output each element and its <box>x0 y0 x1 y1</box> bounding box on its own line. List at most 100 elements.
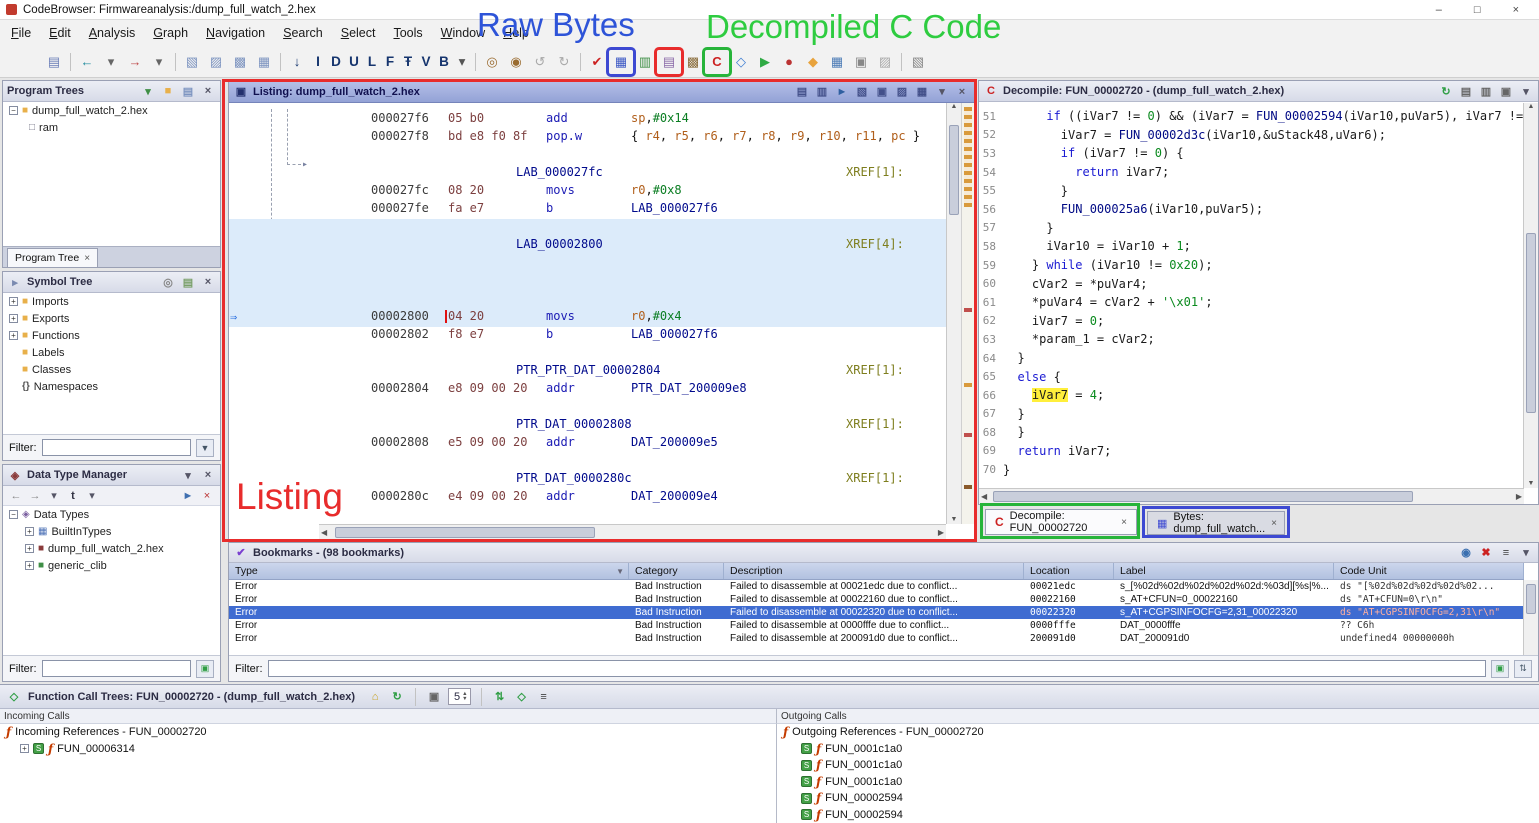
listing-window-icon[interactable]: ▤ <box>657 50 681 74</box>
decompile-line[interactable]: 61 *puVar4 = cVar2 + '\x01'; <box>979 293 1524 312</box>
expand-icon[interactable]: + <box>20 744 29 753</box>
settings-icon[interactable]: ▨ <box>873 50 897 74</box>
decompile-line[interactable]: 52 iVar7 = FUN_00002d3c(iVar10,&uStack48… <box>979 126 1524 145</box>
outgoing-call-row[interactable]: SƒFUN_00002594 <box>777 807 1539 823</box>
tree-row[interactable]: □ ram <box>3 119 220 136</box>
decompile-line[interactable]: 66 iVar7 = 4; <box>979 386 1524 405</box>
save-icon[interactable]: ▤ <box>42 50 66 74</box>
menu-search[interactable]: Search <box>274 22 332 44</box>
expand-icon[interactable]: + <box>9 314 18 323</box>
cursor-tool-icon[interactable]: ► <box>834 84 850 100</box>
decompile-line[interactable]: 69 return iVar7; <box>979 442 1524 461</box>
scroll-right-icon[interactable]: ▶ <box>1516 492 1522 501</box>
decompile-line[interactable]: 56 FUN_000025a6(iVar10,puVar5); <box>979 200 1524 219</box>
menu-navigation[interactable]: Navigation <box>197 22 274 44</box>
expand-icon[interactable]: + <box>9 297 18 306</box>
spinner-icons[interactable]: ▲▼ <box>462 692 467 702</box>
back-caret-icon[interactable]: ▾ <box>99 50 123 74</box>
highlighted-token[interactable]: iVar7 <box>1032 388 1068 402</box>
scroll-left-icon[interactable]: ◀ <box>981 492 987 501</box>
decompile-line[interactable]: 60 cVar2 = *puVar4; <box>979 274 1524 293</box>
tree-row[interactable]: − ■ dump_full_watch_2.hex <box>3 102 220 119</box>
menu-help[interactable]: Help <box>494 22 538 44</box>
minimize-button[interactable]: – <box>1436 4 1442 16</box>
bookmarks-filter-input[interactable] <box>268 660 1487 677</box>
bookmarks-vertical-scrollbar[interactable] <box>1523 580 1538 655</box>
filter-settings-icon[interactable]: ▣ <box>1491 660 1509 678</box>
menu-window[interactable]: Window <box>432 22 494 44</box>
listing-vertical-scrollbar[interactable]: ▲ ▼ <box>946 103 961 524</box>
program-tree-tab[interactable]: Program Tree × <box>7 248 98 267</box>
forward-icon[interactable]: → <box>123 50 147 74</box>
table-row[interactable]: ErrorBad InstructionFailed to disassembl… <box>229 593 1524 606</box>
fields-icon[interactable]: ▧ <box>854 84 870 100</box>
back-icon[interactable]: ← <box>75 50 99 74</box>
decompile-line[interactable]: 68 } <box>979 423 1524 442</box>
delete-bookmark-icon[interactable]: ✖ <box>1478 545 1494 561</box>
forward-caret-icon[interactable]: ▾ <box>147 50 171 74</box>
paste-icon[interactable]: ▩ <box>228 50 252 74</box>
next-undefined-button[interactable]: U <box>345 50 363 74</box>
listing-label-line[interactable]: LAB_000027fcXREF[1]: <box>229 165 946 183</box>
export-icon[interactable]: ▥ <box>1478 83 1494 99</box>
dtm-item-clib[interactable]: +■generic_clib <box>3 557 220 574</box>
outgoing-root-row[interactable]: ƒ Outgoing References - FUN_00002720 <box>777 724 1539 741</box>
next-datatype-icon[interactable]: → <box>27 488 43 504</box>
decompile-vertical-scrollbar[interactable]: ▲ ▼ <box>1523 103 1538 488</box>
listing-label-line[interactable]: PTR_PTR_DAT_00002804XREF[1]: <box>229 363 946 381</box>
sidebar-item-functions[interactable]: +■Functions <box>3 327 220 344</box>
sort-icon[interactable]: ▼ <box>616 567 624 576</box>
menu-edit[interactable]: Edit <box>40 22 80 44</box>
decompile-line[interactable]: 70} <box>979 460 1524 479</box>
expand-icon[interactable]: + <box>25 544 34 553</box>
expand-icon[interactable]: + <box>25 527 34 536</box>
refresh-icon[interactable]: ↻ <box>1438 83 1454 99</box>
scroll-up-icon[interactable]: ▲ <box>951 103 958 110</box>
listing-overview-ribbon[interactable] <box>961 103 974 524</box>
recursion-depth-stepper[interactable]: 5 ▲▼ <box>448 688 471 705</box>
v-scrollbar-thumb[interactable] <box>949 125 959 215</box>
snapshot-icon[interactable]: ▨ <box>894 84 910 100</box>
export-icon[interactable]: ▦ <box>914 84 930 100</box>
expand-icon[interactable]: + <box>25 561 34 570</box>
listing-code-line[interactable]: 000027f8bd e8 f0 8fpop.w{ r4, r5, r6, r7… <box>229 129 946 147</box>
apply-filter-icon[interactable]: ▣ <box>196 660 214 678</box>
maximize-button[interactable]: □ <box>1474 4 1481 16</box>
expand-icon[interactable]: + <box>9 331 18 340</box>
menu-tools[interactable]: Tools <box>384 22 431 44</box>
outgoing-call-row[interactable]: SƒFUN_0001c1a0 <box>777 741 1539 758</box>
snapshot-icon[interactable]: ▣ <box>849 50 873 74</box>
decompile-line[interactable]: 59 } while (iVar10 != 0x20); <box>979 256 1524 275</box>
next-instruction-button[interactable]: I <box>309 50 327 74</box>
dtm-menu-caret-icon[interactable]: ▾ <box>180 467 196 483</box>
dtm-item-builtintypes[interactable]: +▦BuiltInTypes <box>3 523 220 540</box>
scroll-left-icon[interactable]: ◀ <box>321 528 327 537</box>
h-scrollbar-thumb[interactable] <box>335 527 595 538</box>
next-label-button[interactable]: L <box>363 50 381 74</box>
copy-icon[interactable]: ▤ <box>794 84 810 100</box>
paste-icon[interactable]: ▤ <box>180 83 196 99</box>
data-table-icon[interactable]: ▦ <box>825 50 849 74</box>
column-settings-icon[interactable]: ⇅ <box>1514 660 1532 678</box>
listing-label-line[interactable]: PTR_DAT_0000280cXREF[1]: <box>229 471 946 489</box>
incoming-root-row[interactable]: ƒ Incoming References - FUN_00002720 <box>0 724 776 741</box>
decompile-line[interactable]: 53 if (iVar7 != 0) { <box>979 144 1524 163</box>
table-row[interactable]: ErrorBad InstructionFailed to disassembl… <box>229 580 1524 593</box>
menu-graph[interactable]: Graph <box>144 22 197 44</box>
close-tab-icon[interactable]: × <box>1121 517 1127 528</box>
expand-outgoing-icon[interactable]: ◇ <box>514 689 530 705</box>
dtm-item-program[interactable]: +■dump_full_watch_2.hex <box>3 540 220 557</box>
next-caret-icon[interactable]: ▾ <box>453 50 471 74</box>
memory-diamond-icon[interactable]: ◆ <box>801 50 825 74</box>
tab-bytes[interactable]: ▦ Bytes: dump_full_watch... × <box>1147 511 1285 535</box>
filter-options-icon[interactable]: ▼ <box>196 439 214 457</box>
listing-code-line[interactable]: 000027fefa e7bLAB_000027f6 <box>229 201 946 219</box>
annotate-icon[interactable]: ▦ <box>252 50 276 74</box>
decompile-line[interactable]: 55 } <box>979 181 1524 200</box>
search-program-icon[interactable]: ◎ <box>480 50 504 74</box>
goto-bookmark-icon[interactable]: ◉ <box>1458 545 1474 561</box>
listing-code-line[interactable]: 00002808e5 09 00 20addrDAT_200009e5 <box>229 435 946 453</box>
next-data-button[interactable]: D <box>327 50 345 74</box>
open-folder-icon[interactable]: ■ <box>160 83 176 99</box>
previous-datatype-icon[interactable]: ← <box>8 488 24 504</box>
